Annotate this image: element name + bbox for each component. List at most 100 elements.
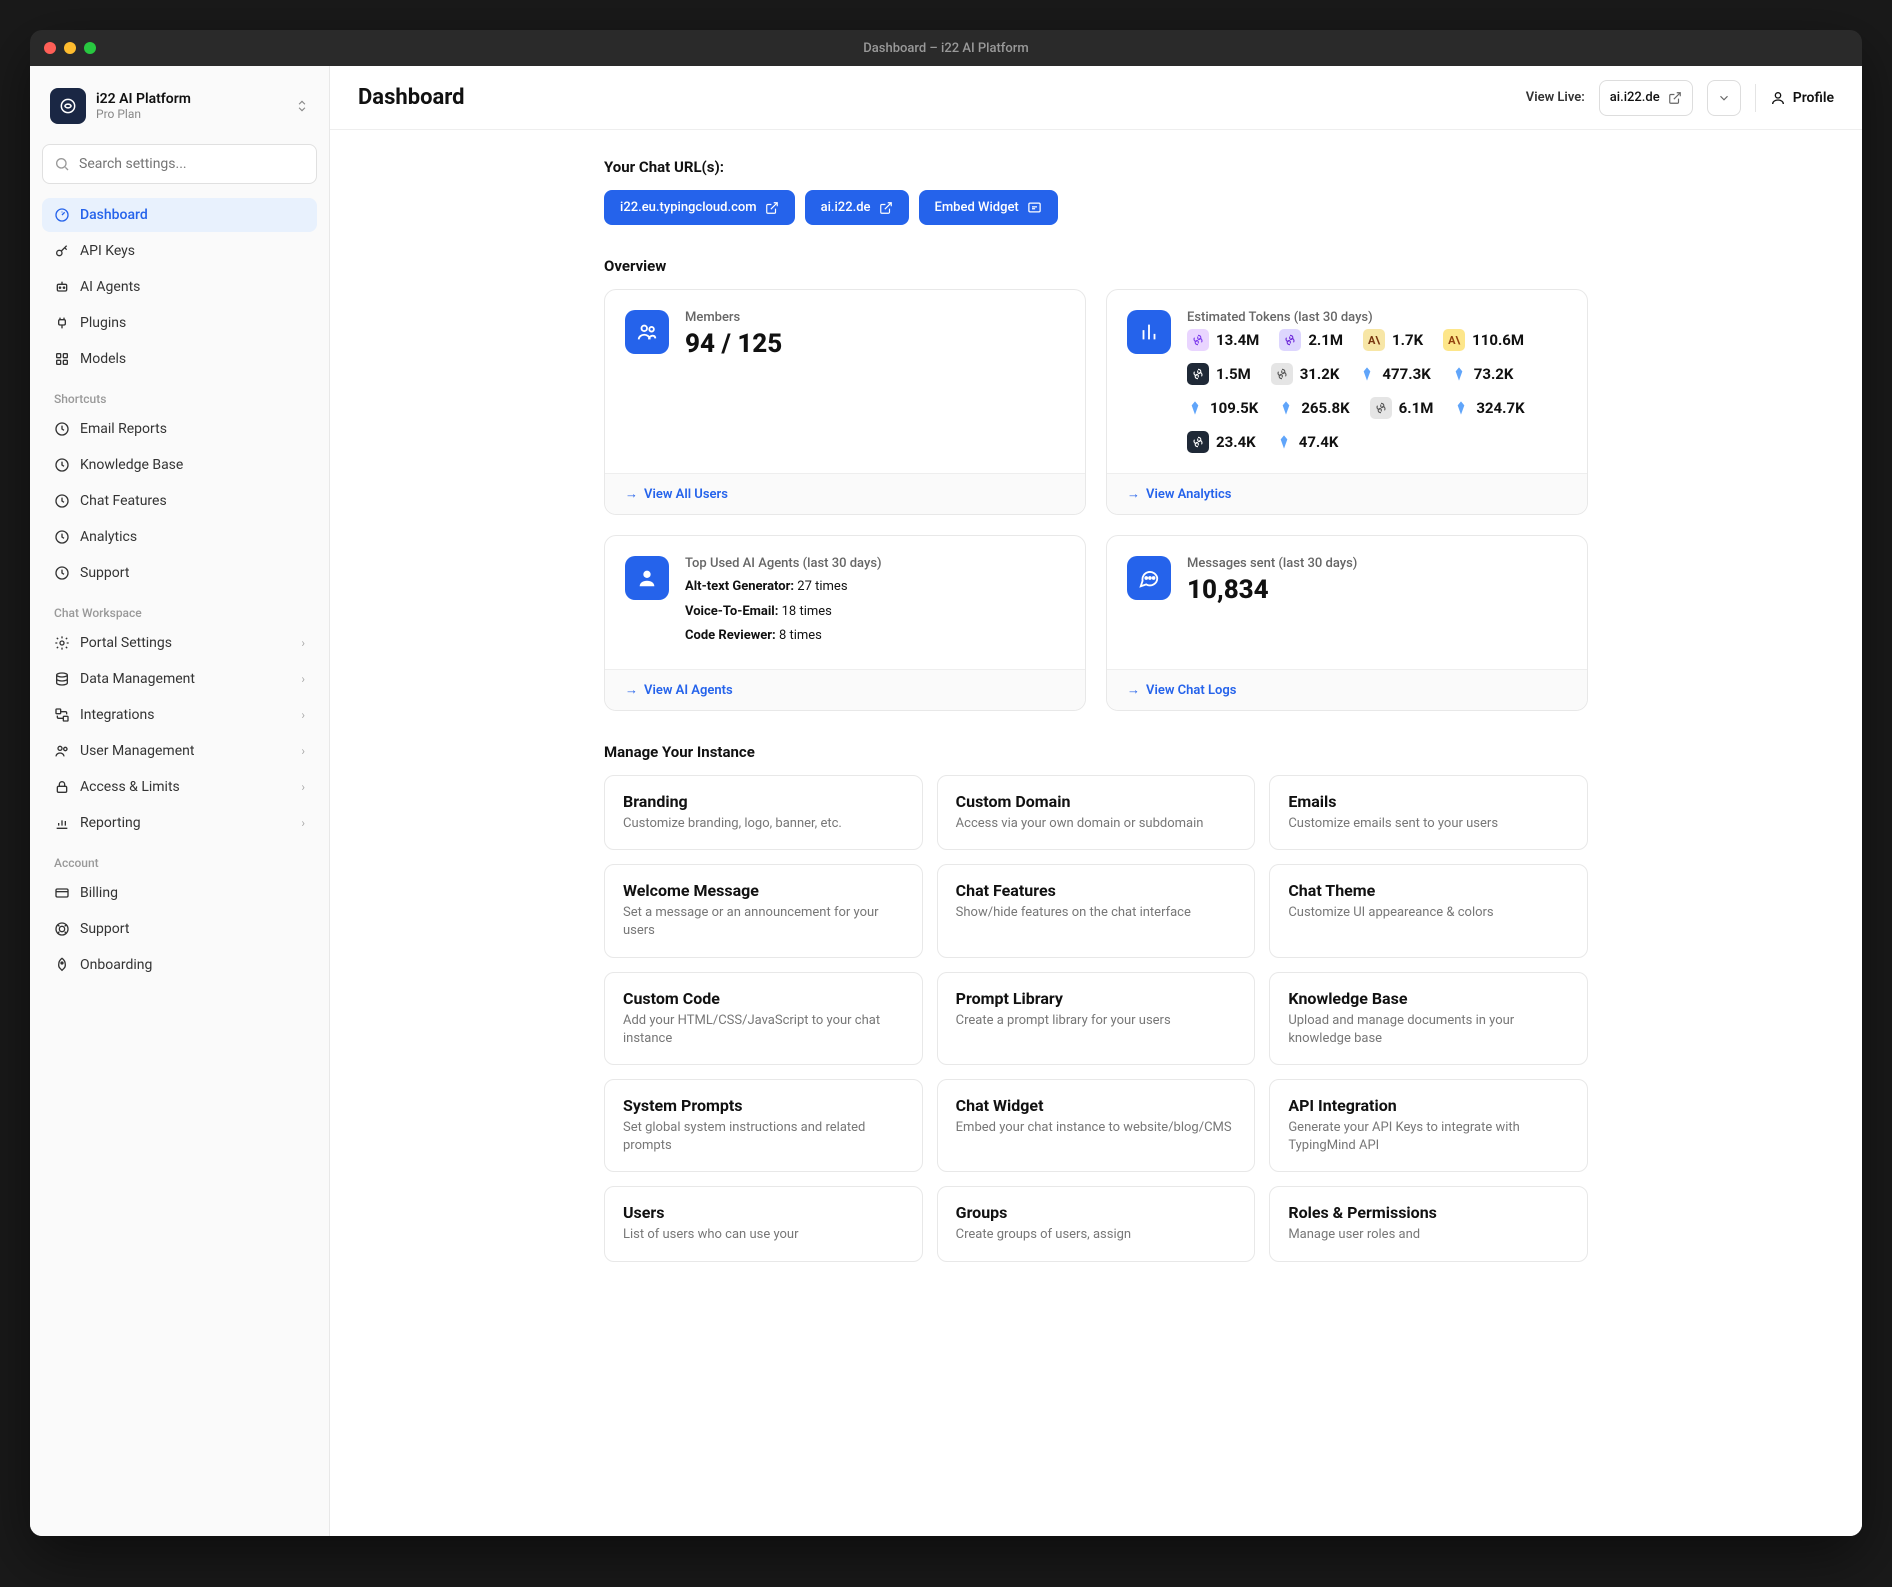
- nav-email-reports[interactable]: Email Reports: [42, 412, 317, 446]
- manage-branding[interactable]: BrandingCustomize branding, logo, banner…: [604, 775, 923, 850]
- lock-icon: [54, 779, 70, 795]
- search-box: [42, 144, 317, 184]
- token-item: 477.3K: [1359, 363, 1430, 385]
- chevron-right-icon: ›: [301, 780, 305, 794]
- view-analytics-link[interactable]: →View Analytics: [1127, 486, 1567, 502]
- nav-reporting[interactable]: Reporting›: [42, 806, 317, 840]
- view-live-label: View Live:: [1526, 90, 1585, 105]
- manage-chat-features[interactable]: Chat FeaturesShow/hide features on the c…: [937, 864, 1256, 957]
- manage-users[interactable]: UsersList of users who can use your: [604, 1186, 923, 1261]
- view-all-users-link[interactable]: →View All Users: [625, 486, 1065, 502]
- nav-user-management[interactable]: User Management›: [42, 734, 317, 768]
- nav-section-chat-workspace: Chat Workspace: [42, 592, 317, 626]
- nav-access-&-limits[interactable]: Access & Limits›: [42, 770, 317, 804]
- token-item: 1.5M: [1187, 363, 1251, 385]
- window-close-button[interactable]: [44, 42, 56, 54]
- chart-icon: [54, 815, 70, 831]
- key-icon: [54, 243, 70, 259]
- manage-chat-theme[interactable]: Chat ThemeCustomize UI appeareance & col…: [1269, 864, 1588, 957]
- agents-card: Top Used AI Agents (last 30 days) Alt-te…: [604, 535, 1086, 711]
- nav-integrations[interactable]: Integrations›: [42, 698, 317, 732]
- nav-data-management[interactable]: Data Management›: [42, 662, 317, 696]
- manage-chat-widget[interactable]: Chat WidgetEmbed your chat instance to w…: [937, 1079, 1256, 1172]
- settings-icon: [54, 635, 70, 651]
- manage-api-integration[interactable]: API IntegrationGenerate your API Keys to…: [1269, 1079, 1588, 1172]
- chevron-right-icon: ›: [301, 744, 305, 758]
- chat-urls-title: Your Chat URL(s):: [604, 158, 1588, 176]
- main: Dashboard View Live: ai.i22.de: [330, 66, 1862, 1536]
- gem-icon: [1451, 366, 1467, 382]
- model-badge-icon: [1187, 329, 1209, 351]
- token-item: 31.2K: [1271, 363, 1340, 385]
- nav-onboarding[interactable]: Onboarding: [42, 948, 317, 982]
- nav-section-shortcuts: Shortcuts: [42, 378, 317, 412]
- window-maximize-button[interactable]: [84, 42, 96, 54]
- database-icon: [54, 671, 70, 687]
- chat-url-embed-widget[interactable]: Embed Widget: [919, 190, 1058, 225]
- manage-custom-domain[interactable]: Custom DomainAccess via your own domain …: [937, 775, 1256, 850]
- agent-icon: [625, 556, 669, 600]
- chevrons-icon: [295, 99, 309, 113]
- token-item: 23.4K: [1187, 431, 1256, 453]
- manage-prompt-library[interactable]: Prompt LibraryCreate a prompt library fo…: [937, 972, 1256, 1065]
- view-chat-logs-link[interactable]: →View Chat Logs: [1127, 682, 1567, 698]
- external-icon: [879, 201, 893, 215]
- live-url-box[interactable]: ai.i22.de: [1599, 80, 1693, 116]
- page-header: Dashboard View Live: ai.i22.de: [330, 66, 1862, 130]
- nav-knowledge-base[interactable]: Knowledge Base: [42, 448, 317, 482]
- nav-portal-settings[interactable]: Portal Settings›: [42, 626, 317, 660]
- nav-models[interactable]: Models: [42, 342, 317, 376]
- manage-welcome-message[interactable]: Welcome MessageSet a message or an annou…: [604, 864, 923, 957]
- messages-card: Messages sent (last 30 days) 10,834 →Vie…: [1106, 535, 1588, 711]
- integrations-icon: [54, 707, 70, 723]
- url-dropdown-button[interactable]: [1707, 80, 1741, 116]
- org-selector[interactable]: i22 AI Platform Pro Plan: [42, 82, 317, 130]
- tokens-card: Estimated Tokens (last 30 days) 13.4M2.1…: [1106, 289, 1588, 515]
- token-item: 47.4K: [1276, 431, 1339, 453]
- gem-icon: [1187, 400, 1203, 416]
- external-icon: [765, 201, 779, 215]
- nav-support[interactable]: Support: [42, 912, 317, 946]
- manage-emails[interactable]: EmailsCustomize emails sent to your user…: [1269, 775, 1588, 850]
- members-card: Members 94 / 125 →View All Users: [604, 289, 1086, 515]
- token-item: A\1.7K: [1363, 329, 1423, 351]
- nav-ai-agents[interactable]: AI Agents: [42, 270, 317, 304]
- nav-chat-features[interactable]: Chat Features: [42, 484, 317, 518]
- manage-knowledge-base[interactable]: Knowledge BaseUpload and manage document…: [1269, 972, 1588, 1065]
- token-item: 73.2K: [1451, 363, 1514, 385]
- chevron-right-icon: ›: [301, 672, 305, 686]
- search-input[interactable]: [42, 144, 317, 184]
- view-ai-agents-link[interactable]: →View AI Agents: [625, 682, 1065, 698]
- gem-icon: [1453, 400, 1469, 416]
- nav-api-keys[interactable]: API Keys: [42, 234, 317, 268]
- clock-icon: [54, 529, 70, 545]
- window-minimize-button[interactable]: [64, 42, 76, 54]
- user-icon: [1770, 90, 1786, 106]
- gem-icon: [1359, 366, 1375, 382]
- chart-icon: [1127, 310, 1171, 354]
- model-badge-icon: [1271, 363, 1293, 385]
- nav-support[interactable]: Support: [42, 556, 317, 590]
- manage-system-prompts[interactable]: System PromptsSet global system instruct…: [604, 1079, 923, 1172]
- token-item: 265.8K: [1278, 397, 1349, 419]
- chat-url-ai-i22-de[interactable]: ai.i22.de: [805, 190, 909, 225]
- anthropic-badge-icon: A\: [1363, 329, 1385, 351]
- clock-icon: [54, 565, 70, 581]
- nav-analytics[interactable]: Analytics: [42, 520, 317, 554]
- window-title: Dashboard – i22 AI Platform: [863, 41, 1028, 56]
- token-item: A\110.6M: [1443, 329, 1524, 351]
- model-icon: [54, 351, 70, 367]
- nav-section-account: Account: [42, 842, 317, 876]
- chat-url-i22-eu-typingcloud-com[interactable]: i22.eu.typingcloud.com: [604, 190, 795, 225]
- manage-roles-permissions[interactable]: Roles & PermissionsManage user roles and: [1269, 1186, 1588, 1261]
- manage-groups[interactable]: GroupsCreate groups of users, assign: [937, 1186, 1256, 1261]
- robot-icon: [54, 279, 70, 295]
- token-item: 13.4M: [1187, 329, 1259, 351]
- manage-custom-code[interactable]: Custom CodeAdd your HTML/CSS/JavaScript …: [604, 972, 923, 1065]
- profile-button[interactable]: Profile: [1770, 90, 1834, 106]
- nav-billing[interactable]: Billing: [42, 876, 317, 910]
- nav-dashboard[interactable]: Dashboard: [42, 198, 317, 232]
- users-icon: [54, 743, 70, 759]
- org-plan: Pro Plan: [96, 107, 285, 121]
- nav-plugins[interactable]: Plugins: [42, 306, 317, 340]
